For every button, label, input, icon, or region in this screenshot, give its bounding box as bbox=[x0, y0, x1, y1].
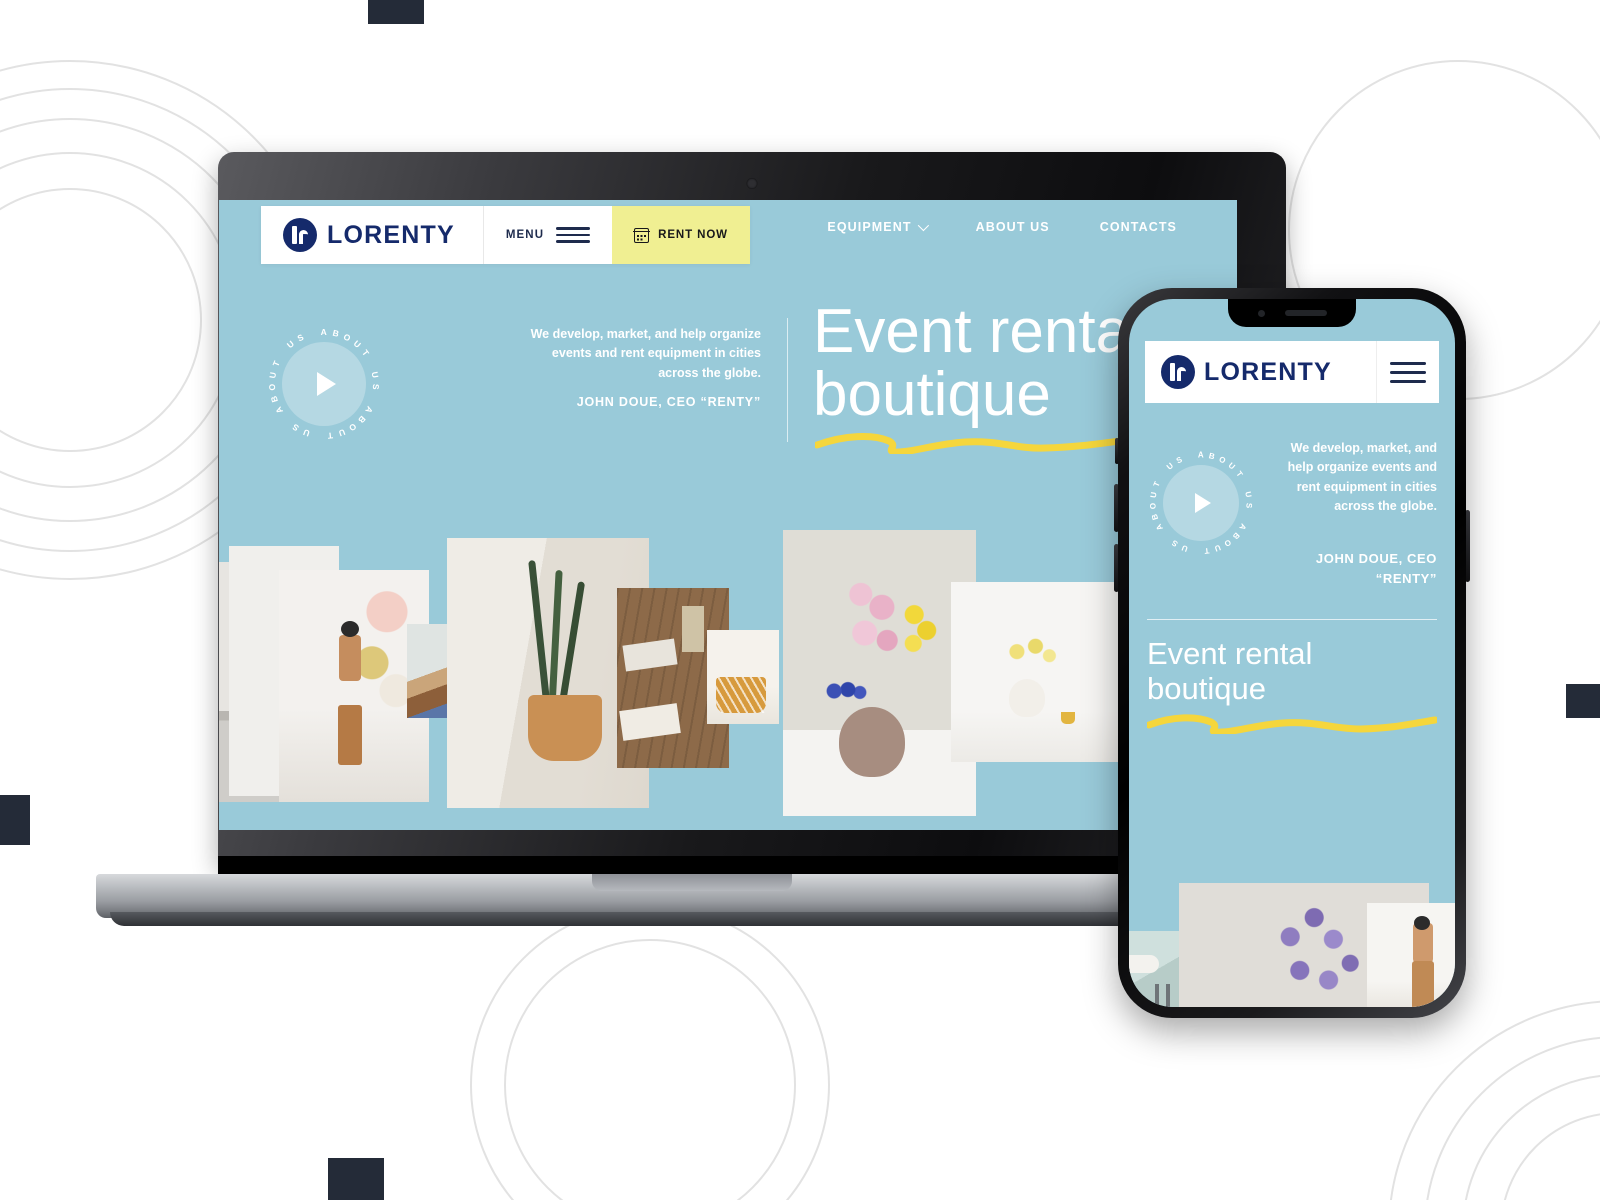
desktop-navbar: LORENTY MENU RENT NOW bbox=[261, 206, 750, 264]
rent-now-button[interactable]: RENT NOW bbox=[612, 206, 750, 264]
hero-author: JOHN DOUE, CEO “RENTY” bbox=[576, 395, 761, 409]
decor-square-top bbox=[368, 0, 424, 24]
desktop-gallery bbox=[219, 530, 1237, 830]
laptop-foot bbox=[110, 912, 1274, 926]
mobile-navbar: LORENTY bbox=[1145, 341, 1439, 403]
gallery-item-child-with-balloons[interactable] bbox=[1367, 903, 1455, 1007]
hamburger-icon bbox=[556, 227, 591, 243]
desktop-nav-links: EQUIPMENT ABOUT US CONTACTS bbox=[827, 219, 1177, 234]
phone-notch bbox=[1228, 299, 1356, 327]
mobile-hero-author: JOHN DOUE, CEO “RENTY” bbox=[1315, 551, 1437, 586]
gallery-image bbox=[951, 582, 1123, 762]
earpiece-speaker-icon bbox=[1284, 310, 1327, 316]
mobile-brand-name: LORENTY bbox=[1204, 357, 1332, 386]
decor-rings-bottom-center bbox=[470, 905, 830, 1200]
logo-block[interactable]: LORENTY bbox=[261, 206, 483, 264]
front-camera-icon bbox=[1257, 309, 1265, 317]
play-icon bbox=[1195, 493, 1211, 513]
laptop-mockup: LORENTY MENU RENT NOW EQUIPMENT ABOUT US… bbox=[96, 152, 1288, 932]
hero-underline-squiggle bbox=[815, 432, 1145, 454]
gallery-image bbox=[1367, 903, 1455, 1007]
mobile-hero-subtitle: We develop, market, and help organize ev… bbox=[1287, 441, 1437, 514]
nav-link-about-us[interactable]: ABOUT US bbox=[976, 220, 1050, 234]
mobile-hero-title-line-2: boutique bbox=[1147, 670, 1266, 706]
decor-square-bottom bbox=[328, 1158, 384, 1200]
phone-screen: LORENTY ABOUT US ABOUT US ABOUT US We de… bbox=[1129, 299, 1455, 1007]
gallery-item-rattan-side-table[interactable] bbox=[707, 630, 779, 724]
mobile-play-button[interactable] bbox=[1163, 465, 1239, 541]
hero-divider bbox=[787, 318, 788, 442]
gallery-item-pink-blossom-vase[interactable] bbox=[783, 530, 976, 816]
mobile-hero-divider bbox=[1147, 619, 1437, 620]
mockup-stage: LORENTY MENU RENT NOW EQUIPMENT ABOUT US… bbox=[0, 0, 1600, 1200]
nav-link-equipment-label: EQUIPMENT bbox=[827, 220, 912, 234]
laptop-screen: LORENTY MENU RENT NOW EQUIPMENT ABOUT US… bbox=[219, 200, 1237, 830]
menu-label: MENU bbox=[505, 229, 545, 241]
nav-link-about-us-label: ABOUT US bbox=[975, 220, 1050, 234]
nav-link-equipment[interactable]: EQUIPMENT bbox=[827, 219, 929, 234]
laptop-camera-icon bbox=[746, 178, 758, 189]
hero-subtitle: We develop, market, and help organize ev… bbox=[530, 327, 761, 380]
lorenty-circle-logo-icon bbox=[283, 218, 317, 252]
hero-title: Event rental boutique bbox=[813, 297, 1144, 430]
decor-rings-bottom-right bbox=[1388, 1000, 1600, 1200]
calendar-icon bbox=[633, 227, 650, 243]
hero-title-line-1: Event rental bbox=[813, 297, 1144, 366]
mobile-menu-button[interactable] bbox=[1376, 341, 1439, 403]
decor-square-left bbox=[0, 795, 30, 845]
phone-body: LORENTY ABOUT US ABOUT US ABOUT US We de… bbox=[1118, 288, 1466, 1018]
website-desktop-view: LORENTY MENU RENT NOW EQUIPMENT ABOUT US… bbox=[219, 200, 1237, 830]
about-us-play-badge[interactable]: ABOUT US ABOUT US ABOUT US bbox=[265, 325, 383, 443]
mobile-logo-block[interactable]: LORENTY bbox=[1145, 355, 1376, 389]
rent-now-label: RENT NOW bbox=[658, 229, 728, 241]
mobile-hero-title: Event rental boutique bbox=[1147, 636, 1313, 706]
chevron-down-icon bbox=[917, 219, 929, 232]
play-icon bbox=[317, 372, 336, 396]
phone-mockup: LORENTY ABOUT US ABOUT US ABOUT US We de… bbox=[1114, 288, 1470, 1018]
mobile-hero-title-line-1: Event rental bbox=[1147, 636, 1313, 671]
decor-square-right bbox=[1566, 684, 1600, 718]
brand-name: LORENTY bbox=[327, 220, 455, 249]
mobile-gallery bbox=[1129, 847, 1455, 1007]
hero-title-line-2: boutique bbox=[813, 360, 1051, 430]
menu-button[interactable]: MENU bbox=[482, 206, 613, 264]
lorenty-circle-logo-icon bbox=[1161, 355, 1195, 389]
mobile-about-us-play-badge[interactable]: ABOUT US ABOUT US ABOUT US bbox=[1147, 449, 1255, 557]
nav-link-contacts[interactable]: CONTACTS bbox=[1100, 220, 1177, 234]
play-button[interactable] bbox=[282, 342, 366, 426]
mobile-hero-underline-squiggle bbox=[1147, 714, 1437, 734]
gallery-item-white-vase-on-plinth[interactable] bbox=[951, 582, 1123, 762]
nav-link-contacts-label: CONTACTS bbox=[1099, 220, 1177, 234]
